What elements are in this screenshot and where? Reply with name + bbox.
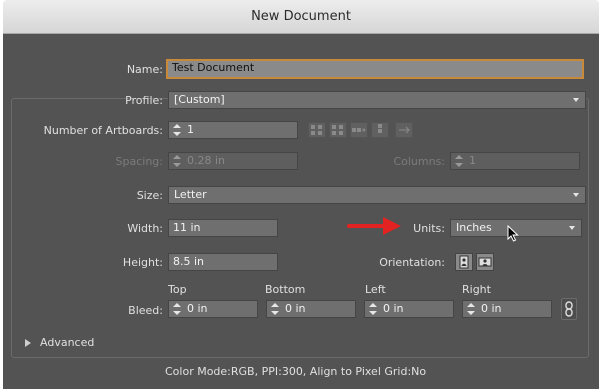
artboards-value: 1 bbox=[187, 123, 194, 136]
artboards-stepper[interactable]: 1 bbox=[168, 121, 298, 139]
height-label: Height: bbox=[122, 256, 163, 269]
stepper-arrows-icon[interactable] bbox=[172, 303, 182, 315]
arrange-by-row-icon[interactable] bbox=[350, 122, 368, 138]
height-input[interactable]: 8.5 in bbox=[168, 253, 278, 271]
size-select-value: Letter bbox=[174, 188, 207, 201]
chevron-right-icon bbox=[25, 339, 31, 347]
bleed-top-stepper[interactable]: 0 in bbox=[168, 300, 258, 318]
bleed-right-value: 0 in bbox=[481, 302, 502, 315]
bleed-top-value: 0 in bbox=[187, 302, 208, 315]
bleed-left-value: 0 in bbox=[383, 302, 404, 315]
chevron-down-icon bbox=[573, 193, 579, 197]
portrait-orientation-icon[interactable] bbox=[455, 253, 473, 271]
profile-select[interactable]: [Custom] bbox=[168, 91, 586, 109]
bleed-top-label: Top bbox=[168, 283, 187, 296]
bleed-left-label: Left bbox=[365, 283, 386, 296]
chevron-down-icon bbox=[569, 226, 575, 230]
change-layout-right-to-left-icon[interactable] bbox=[395, 122, 413, 138]
profile-select-value: [Custom] bbox=[174, 93, 225, 106]
mouse-cursor-icon bbox=[507, 225, 519, 242]
orientation-label: Orientation: bbox=[379, 256, 445, 269]
units-select-value: Inches bbox=[456, 221, 492, 234]
bleed-bottom-label: Bottom bbox=[265, 283, 306, 296]
stepper-arrows-icon[interactable] bbox=[172, 124, 182, 136]
size-select[interactable]: Letter bbox=[168, 186, 586, 204]
document-summary: Color Mode:RGB, PPI:300, Align to Pixel … bbox=[165, 365, 427, 378]
bleed-bottom-stepper[interactable]: 0 in bbox=[266, 300, 356, 318]
new-document-dialog: Name: Test Document Profile: [Custom] Nu… bbox=[3, 34, 599, 389]
bleed-right-label: Right bbox=[462, 283, 491, 296]
spacing-stepper[interactable]: 0.28 in bbox=[168, 152, 298, 170]
name-label: Name: bbox=[126, 63, 163, 76]
stepper-arrows-icon[interactable] bbox=[270, 303, 280, 315]
window-title: New Document bbox=[251, 9, 351, 24]
spacing-value: 0.28 in bbox=[187, 154, 226, 167]
chain-link-icon[interactable] bbox=[561, 298, 577, 320]
width-input[interactable]: 11 in bbox=[168, 219, 278, 237]
advanced-label: Advanced bbox=[40, 336, 95, 349]
advanced-toggle[interactable]: Advanced bbox=[25, 336, 145, 350]
landscape-orientation-icon[interactable] bbox=[476, 253, 494, 271]
arrange-by-column-icon[interactable] bbox=[371, 122, 389, 138]
stepper-arrows-icon[interactable] bbox=[368, 303, 378, 315]
stepper-arrows-icon[interactable] bbox=[454, 155, 464, 167]
profile-label: Profile: bbox=[125, 94, 163, 107]
bleed-left-stepper[interactable]: 0 in bbox=[364, 300, 454, 318]
bleed-right-stepper[interactable]: 0 in bbox=[462, 300, 552, 318]
spacing-label: Spacing: bbox=[115, 155, 163, 168]
grid-by-column-icon[interactable] bbox=[329, 122, 347, 138]
bleed-label: Bleed: bbox=[128, 304, 163, 317]
grid-by-row-icon[interactable] bbox=[308, 122, 326, 138]
columns-value: 1 bbox=[469, 154, 476, 167]
columns-stepper[interactable]: 1 bbox=[450, 152, 580, 170]
columns-label: Columns: bbox=[393, 155, 445, 168]
bleed-bottom-value: 0 in bbox=[285, 302, 306, 315]
name-input[interactable]: Test Document bbox=[166, 59, 584, 79]
width-label: Width: bbox=[127, 222, 163, 235]
size-label: Size: bbox=[136, 189, 163, 202]
stepper-arrows-icon[interactable] bbox=[466, 303, 476, 315]
chevron-down-icon bbox=[573, 98, 579, 102]
title-bar: New Document bbox=[3, 0, 599, 34]
stepper-arrows-icon[interactable] bbox=[172, 155, 182, 167]
units-label: Units: bbox=[413, 222, 445, 235]
artboards-label: Number of Artboards: bbox=[43, 124, 163, 137]
